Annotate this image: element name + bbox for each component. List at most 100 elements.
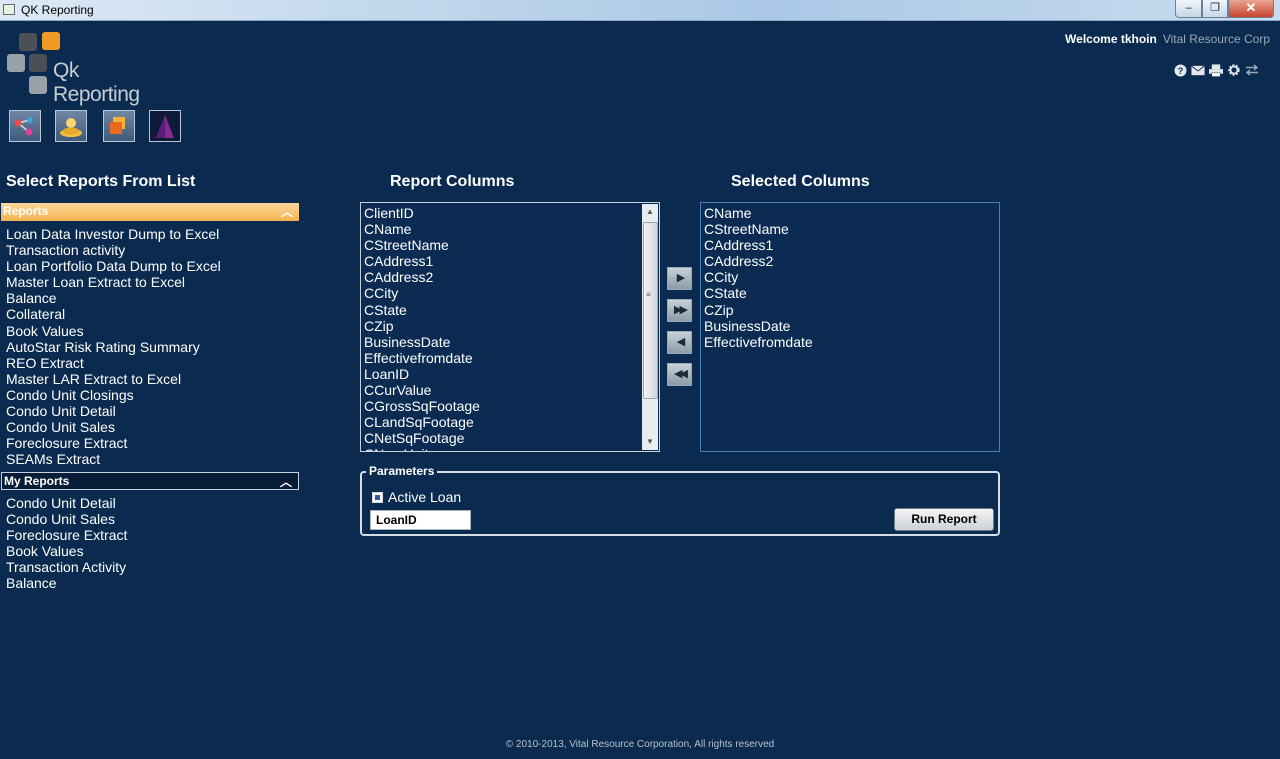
report-list-item[interactable]: Transaction activity	[6, 242, 221, 258]
report-columns-listbox[interactable]: ClientID CName CStreetName CAddress1 CAddres…	[360, 202, 660, 452]
selected-column-item[interactable]: CZip	[704, 302, 999, 318]
loan-id-field[interactable]	[370, 510, 471, 530]
report-column-item[interactable]: CNumUnits	[364, 446, 659, 451]
report-column-item[interactable]: BusinessDate	[364, 334, 659, 350]
chevron-up-icon[interactable]: ︿	[280, 473, 292, 490]
parameters-legend: Parameters	[366, 464, 438, 478]
selected-columns-list: CName CStreetName CAddress1 CAddress2 CCity C…	[701, 203, 999, 350]
report-list-item[interactable]: AutoStar Risk Rating Summary	[6, 339, 221, 355]
report-column-item[interactable]: CName	[364, 221, 659, 237]
print-icon[interactable]	[1209, 63, 1223, 77]
help-icon[interactable]: ?	[1173, 63, 1187, 77]
user-icon	[60, 118, 82, 137]
reports-list: Loan Data Investor Dump to Excel Transact…	[6, 226, 221, 467]
pyramid-button[interactable]	[149, 110, 181, 142]
report-column-item[interactable]: CAddress2	[364, 269, 659, 285]
add-all-columns-button[interactable]: ▶▶	[667, 299, 692, 322]
selected-column-item[interactable]: CAddress2	[704, 253, 999, 269]
select-reports-heading: Select Reports From List	[6, 173, 196, 190]
svg-text:?: ?	[1177, 66, 1183, 76]
report-list-item[interactable]: Condo Unit Detail	[6, 403, 221, 419]
header-icons: ?	[1173, 63, 1259, 77]
report-list-item[interactable]: Collateral	[6, 306, 221, 322]
selected-columns-listbox[interactable]: CName CStreetName CAddress1 CAddress2 CCity C…	[700, 202, 1000, 452]
company-name: Vital Resource Corp	[1162, 32, 1270, 46]
run-report-button[interactable]: Run Report	[894, 508, 994, 531]
welcome-user: Welcome tkhoin	[1065, 32, 1157, 46]
my-report-list-item[interactable]: Condo Unit Sales	[6, 511, 127, 527]
report-column-item[interactable]: CAddress1	[364, 253, 659, 269]
report-column-item[interactable]: CCity	[364, 285, 659, 301]
report-column-item[interactable]: CNetSqFootage	[364, 430, 659, 446]
welcome-banner: Welcome tkhoin Vital Resource Corp	[1065, 32, 1270, 46]
selected-column-item[interactable]: CState	[704, 285, 999, 301]
report-list-item[interactable]: REO Extract	[6, 355, 221, 371]
selected-columns-heading: Selected Columns	[731, 173, 870, 190]
report-list-item[interactable]: Balance	[6, 290, 221, 306]
report-list-item[interactable]: Loan Data Investor Dump to Excel	[6, 226, 221, 242]
report-list-item[interactable]: Condo Unit Closings	[6, 387, 221, 403]
reports-group-header[interactable]: Reports ︿	[1, 203, 299, 221]
selected-column-item[interactable]: CCity	[704, 269, 999, 285]
report-column-item[interactable]: CGrossSqFootage	[364, 398, 659, 414]
layers-button[interactable]	[103, 110, 135, 142]
swap-icon[interactable]	[1245, 63, 1259, 77]
report-list-item[interactable]: Book Values	[6, 323, 221, 339]
minimize-button[interactable]: –	[1175, 0, 1202, 18]
active-loan-label[interactable]: Active Loan	[388, 489, 461, 505]
report-column-item[interactable]: CCurValue	[364, 382, 659, 398]
my-report-list-item[interactable]: Transaction Activity	[6, 559, 127, 575]
my-report-list-item[interactable]: Condo Unit Detail	[6, 495, 127, 511]
report-column-item[interactable]: LoanID	[364, 366, 659, 382]
network-icon	[14, 117, 33, 136]
my-report-list-item[interactable]: Balance	[6, 575, 127, 591]
report-column-item[interactable]: Effectivefromdate	[364, 350, 659, 366]
report-column-item[interactable]: ClientID	[364, 205, 659, 221]
app-icon	[3, 4, 15, 15]
mail-icon[interactable]	[1191, 63, 1205, 77]
logo-square	[7, 54, 25, 72]
selected-column-item[interactable]: CStreetName	[704, 221, 999, 237]
settings-icon[interactable]	[1227, 63, 1241, 77]
chevron-up-icon[interactable]: ︿	[281, 203, 293, 220]
report-column-item[interactable]: CLandSqFootage	[364, 414, 659, 430]
report-list-item[interactable]: Master Loan Extract to Excel	[6, 274, 221, 290]
remove-all-columns-button[interactable]: ◀◀	[667, 363, 692, 386]
scroll-down-icon[interactable]: ▼	[642, 434, 658, 450]
scroll-up-icon[interactable]: ▲	[642, 204, 658, 220]
report-list-item[interactable]: Loan Portfolio Data Dump to Excel	[6, 258, 221, 274]
my-reports-list: Condo Unit Detail Condo Unit Sales Foreclo…	[6, 495, 127, 592]
grip-icon: ≡	[646, 290, 651, 299]
selected-column-item[interactable]: CAddress1	[704, 237, 999, 253]
window-titlebar: QK Reporting – ❐ ✕	[0, 0, 1280, 21]
selected-column-item[interactable]: CName	[704, 205, 999, 221]
selected-column-item[interactable]: BusinessDate	[704, 318, 999, 334]
maximize-button[interactable]: ❐	[1202, 0, 1228, 18]
report-list-item[interactable]: Foreclosure Extract	[6, 435, 221, 451]
scroll-thumb[interactable]	[643, 222, 658, 399]
user-button[interactable]	[55, 110, 87, 142]
report-columns-heading: Report Columns	[390, 173, 515, 190]
pyramid-icon	[150, 111, 180, 141]
report-list-item[interactable]: Condo Unit Sales	[6, 419, 221, 435]
report-column-item[interactable]: CStreetName	[364, 237, 659, 253]
report-list-item[interactable]: SEAMs Extract	[6, 451, 221, 467]
report-column-item[interactable]: CState	[364, 302, 659, 318]
active-loan-checkbox[interactable]	[372, 492, 383, 503]
logo-square	[42, 32, 60, 50]
add-column-button[interactable]: ▶	[667, 267, 692, 290]
my-report-list-item[interactable]: Foreclosure Extract	[6, 527, 127, 543]
network-button[interactable]	[9, 110, 41, 142]
report-columns-scrollbar[interactable]: ▲ ≡ ▼	[642, 204, 658, 450]
my-reports-group-header[interactable]: My Reports ︿	[1, 472, 299, 490]
report-column-item[interactable]: CZip	[364, 318, 659, 334]
report-list-item[interactable]: Master LAR Extract to Excel	[6, 371, 221, 387]
my-report-list-item[interactable]: Book Values	[6, 543, 127, 559]
selected-column-item[interactable]: Effectivefromdate	[704, 334, 999, 350]
footer-copyright: © 2010-2013, Vital Resource Corporation,…	[0, 739, 1280, 750]
window-title: QK Reporting	[21, 3, 94, 17]
remove-column-button[interactable]: ◀	[667, 331, 692, 354]
reports-group-label: Reports	[3, 204, 49, 218]
logo-text: Qk Reporting	[53, 59, 140, 106]
close-button[interactable]: ✕	[1228, 0, 1274, 18]
